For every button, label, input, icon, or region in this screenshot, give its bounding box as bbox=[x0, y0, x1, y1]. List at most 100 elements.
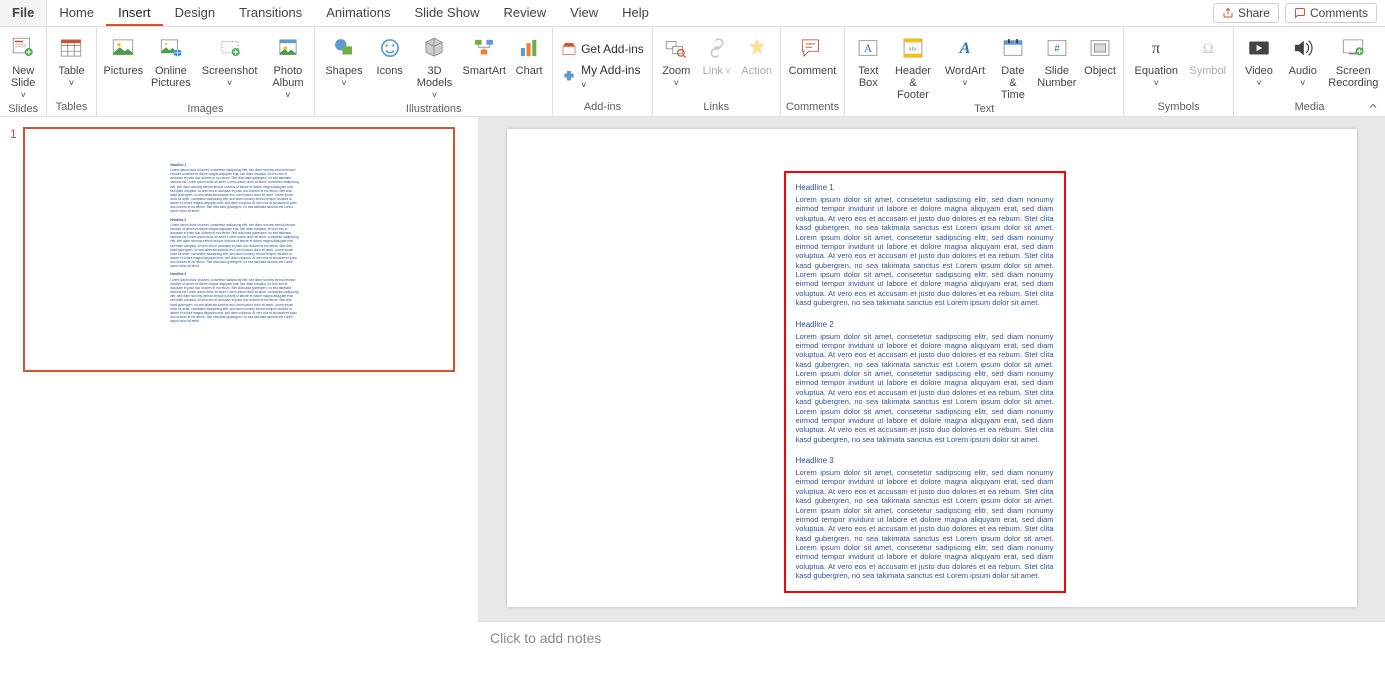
svg-text:π: π bbox=[1152, 39, 1160, 57]
tab-insert[interactable]: Insert bbox=[106, 0, 163, 26]
smartart-button[interactable]: SmartArt bbox=[460, 31, 508, 103]
group-tables-label: Tables bbox=[51, 101, 91, 115]
body-1[interactable]: Lorem ipsum dolor sit amet, consetetur s… bbox=[796, 195, 1054, 308]
online-pictures-button[interactable]: Online Pictures bbox=[148, 31, 194, 103]
zoom-label: Zoom bbox=[661, 65, 692, 89]
audio-button[interactable]: Audio bbox=[1282, 31, 1324, 101]
pictures-button[interactable]: Pictures bbox=[101, 31, 147, 103]
screenshot-label: Screenshot bbox=[200, 65, 260, 89]
group-illustrations-label: Illustrations bbox=[319, 103, 548, 117]
video-button[interactable]: Video bbox=[1238, 31, 1280, 101]
group-comments: Comment Comments bbox=[781, 27, 846, 116]
thumb-p1: Lorem ipsum dolor sit amet, consetetur s… bbox=[170, 168, 298, 214]
group-slides-label: Slides bbox=[4, 103, 42, 117]
tab-design[interactable]: Design bbox=[163, 0, 227, 26]
tab-slideshow[interactable]: Slide Show bbox=[403, 0, 492, 26]
comment-icon bbox=[1294, 7, 1306, 19]
notes-pane[interactable]: Click to add notes bbox=[478, 621, 1385, 691]
photo-album-button[interactable]: Photo Album bbox=[266, 31, 311, 103]
body-3[interactable]: Lorem ipsum dolor sit amet, consetetur s… bbox=[796, 468, 1054, 581]
body-2[interactable]: Lorem ipsum dolor sit amet, consetetur s… bbox=[796, 332, 1054, 445]
equation-icon: π bbox=[1141, 33, 1171, 63]
video-label: Video bbox=[1242, 65, 1276, 89]
group-addins: Get Add-ins My Add-ins Add-ins bbox=[553, 27, 653, 116]
object-label: Object bbox=[1084, 65, 1116, 77]
tab-view[interactable]: View bbox=[558, 0, 610, 26]
comments-button[interactable]: Comments bbox=[1285, 3, 1377, 23]
tab-transitions[interactable]: Transitions bbox=[227, 0, 314, 26]
my-addins-button[interactable]: My Add-ins bbox=[557, 61, 648, 93]
object-button[interactable]: Object bbox=[1081, 31, 1119, 103]
tab-home[interactable]: Home bbox=[47, 0, 106, 26]
chart-icon bbox=[514, 33, 544, 63]
online-pictures-label: Online Pictures bbox=[151, 65, 191, 89]
zoom-icon bbox=[661, 33, 691, 63]
slide-thumbnail-1[interactable]: 1 Headline 1 Lorem ipsum dolor sit amet,… bbox=[10, 127, 468, 372]
wordart-icon: A bbox=[950, 33, 980, 63]
new-slide-button[interactable]: New Slide bbox=[4, 31, 42, 103]
screen-recording-button[interactable]: Screen Recording bbox=[1326, 31, 1381, 101]
slide-canvas-area[interactable]: Headline 1 Lorem ipsum dolor sit amet, c… bbox=[478, 117, 1385, 621]
link-label: Link bbox=[703, 65, 731, 77]
equation-label: Equation bbox=[1132, 65, 1180, 89]
get-addins-button[interactable]: Get Add-ins bbox=[557, 39, 648, 59]
chart-button[interactable]: Chart bbox=[510, 31, 548, 103]
new-slide-icon bbox=[8, 33, 38, 63]
svg-text:abc: abc bbox=[908, 46, 917, 52]
photo-album-label: Photo Album bbox=[270, 65, 307, 101]
date-time-button[interactable]: Date & Time bbox=[993, 31, 1032, 103]
tab-review[interactable]: Review bbox=[492, 0, 559, 26]
icons-button[interactable]: Icons bbox=[371, 31, 409, 103]
shapes-icon bbox=[329, 33, 359, 63]
audio-icon bbox=[1288, 33, 1318, 63]
tab-file[interactable]: File bbox=[0, 0, 47, 26]
shapes-button[interactable]: Shapes bbox=[319, 31, 368, 103]
slide-number-button[interactable]: # Slide Number bbox=[1035, 31, 1079, 103]
table-label: Table bbox=[55, 65, 87, 89]
wordart-button[interactable]: A WordArt bbox=[939, 31, 992, 103]
textbox-label: Text Box bbox=[858, 65, 878, 89]
selected-textbox[interactable]: Headline 1 Lorem ipsum dolor sit amet, c… bbox=[784, 171, 1066, 593]
get-addins-label: Get Add-ins bbox=[581, 42, 644, 56]
symbol-icon: Ω bbox=[1193, 33, 1223, 63]
group-symbols: π Equation Ω Symbol Symbols bbox=[1124, 27, 1234, 116]
3d-models-button[interactable]: 3D Models bbox=[411, 31, 459, 103]
pictures-icon bbox=[108, 33, 138, 63]
headline-3[interactable]: Headline 3 bbox=[796, 456, 1054, 466]
headline-1[interactable]: Headline 1 bbox=[796, 183, 1054, 193]
equation-button[interactable]: π Equation bbox=[1128, 31, 1184, 101]
thumbnail-pane[interactable]: 1 Headline 1 Lorem ipsum dolor sit amet,… bbox=[0, 117, 478, 691]
header-footer-button[interactable]: abc Header & Footer bbox=[889, 31, 936, 103]
group-images-label: Images bbox=[101, 103, 311, 117]
zoom-button[interactable]: Zoom bbox=[657, 31, 696, 101]
pictures-label: Pictures bbox=[103, 65, 143, 77]
tab-animations[interactable]: Animations bbox=[314, 0, 402, 26]
slide-canvas[interactable]: Headline 1 Lorem ipsum dolor sit amet, c… bbox=[507, 129, 1357, 607]
group-tables: Table Tables bbox=[47, 27, 96, 116]
share-icon bbox=[1222, 7, 1234, 19]
thumb-p2: Lorem ipsum dolor sit amet, consetetur s… bbox=[170, 223, 298, 269]
thumb-h1: Headline 1 bbox=[170, 163, 298, 167]
action-button: Action bbox=[738, 31, 776, 101]
chart-label: Chart bbox=[516, 65, 543, 77]
svg-text:A: A bbox=[959, 39, 971, 57]
headline-2[interactable]: Headline 2 bbox=[796, 320, 1054, 330]
thumb-preview[interactable]: Headline 1 Lorem ipsum dolor sit amet, c… bbox=[23, 127, 455, 372]
screenshot-icon bbox=[215, 33, 245, 63]
collapse-ribbon-button[interactable] bbox=[1367, 100, 1379, 112]
symbol-label: Symbol bbox=[1189, 65, 1226, 77]
tab-help[interactable]: Help bbox=[610, 0, 661, 26]
addin-icon bbox=[561, 69, 577, 85]
textbox-button[interactable]: A Text Box bbox=[849, 31, 887, 103]
group-symbols-label: Symbols bbox=[1128, 101, 1229, 115]
audio-label: Audio bbox=[1286, 65, 1320, 89]
object-icon bbox=[1085, 33, 1115, 63]
action-label: Action bbox=[741, 65, 772, 77]
wordart-label: WordArt bbox=[943, 65, 988, 89]
share-button[interactable]: Share bbox=[1213, 3, 1279, 23]
table-button[interactable]: Table bbox=[51, 31, 91, 101]
screenshot-button[interactable]: Screenshot bbox=[196, 31, 264, 103]
thumb-h3: Headline 3 bbox=[170, 272, 298, 276]
shapes-label: Shapes bbox=[323, 65, 364, 89]
comment-button[interactable]: Comment bbox=[785, 31, 841, 101]
